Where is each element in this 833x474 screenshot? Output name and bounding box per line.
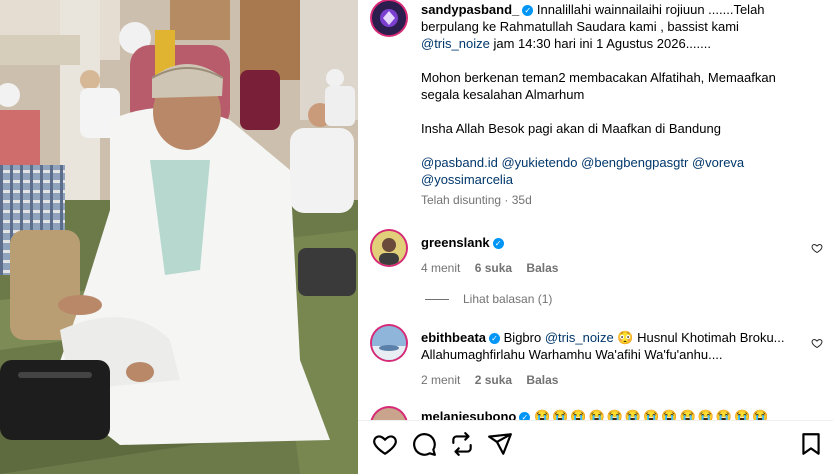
comment-text-line-2: Allahumaghfirlahu Warhamhu Wa'afihi Wa'f… xyxy=(421,347,723,362)
view-replies-label: Lihat balasan (1) xyxy=(463,292,553,306)
band-logo-icon xyxy=(372,1,406,35)
replies-divider xyxy=(425,298,449,300)
verified-badge-icon: ✓ xyxy=(522,5,534,16)
repost-icon[interactable] xyxy=(449,431,475,457)
comment-time: 2 menit xyxy=(421,373,461,387)
commenter-username[interactable]: ebithbeata xyxy=(421,330,486,345)
tag-yukietendo[interactable]: @yukietendo xyxy=(501,155,577,170)
comment-icon[interactable] xyxy=(411,431,437,457)
caption-paragraph-2-line-1: Mohon berkenan teman2 membacakan Alfatih… xyxy=(421,70,776,85)
post-details-panel: sandypasband_ ✓ Innalillahi wainnailaihi … xyxy=(358,0,833,474)
reply-button[interactable]: Balas xyxy=(526,373,558,387)
tag-bengbengpasgtr[interactable]: @bengbengpasgtr xyxy=(581,155,688,170)
view-replies-button[interactable]: Lihat balasan (1) xyxy=(425,292,552,306)
verified-badge-icon: ✓ xyxy=(519,412,531,420)
person-avatar-icon xyxy=(372,231,406,265)
commenter-username[interactable]: greenslank xyxy=(421,235,490,250)
commenter-avatar-melaniesubono[interactable] xyxy=(372,408,406,420)
caption-line-2: berpulang ke Rahmatullah Saudara kami , … xyxy=(421,19,739,34)
verified-badge-icon: ✓ xyxy=(489,333,501,344)
heart-icon[interactable] xyxy=(372,431,398,457)
caption-line-3-rest: jam 14:30 hari ini 1 Agustus 2026....... xyxy=(489,36,711,51)
caption-paragraph-2-line-2: segala kesalahan Almarhum xyxy=(421,87,585,102)
mosque-prayer-photo xyxy=(0,0,358,474)
send-icon[interactable] xyxy=(487,431,513,457)
post-action-bar xyxy=(358,420,833,474)
comment-like-count[interactable]: 2 suka xyxy=(475,373,512,387)
verified-badge-icon: ✓ xyxy=(492,238,504,249)
tag-yossimarcelia[interactable]: @yossimarcelia xyxy=(421,172,513,187)
comment-time: 4 menit xyxy=(421,261,461,275)
comment-greenslank: greenslank ✓ 4 menit 6 suka Balas xyxy=(421,234,791,277)
commenter-username[interactable]: melaniesubono xyxy=(421,409,516,420)
post-edited-time: Telah disunting · 35d xyxy=(421,193,532,207)
post-photo xyxy=(0,0,358,474)
author-avatar[interactable] xyxy=(372,1,406,35)
caption-mention[interactable]: @tris_noize xyxy=(421,36,490,51)
comment-text-end: 😳 Husnul Khotimah Broku... xyxy=(613,330,785,345)
landscape-avatar-icon xyxy=(372,326,406,360)
comments-scroll-area[interactable]: sandypasband_ ✓ Innalillahi wainnailaihi … xyxy=(358,0,833,420)
commenter-avatar-greenslank[interactable] xyxy=(372,231,406,265)
comment-like-heart-icon[interactable] xyxy=(811,242,823,254)
caption-paragraph-3: Insha Allah Besok pagi akan di Maafkan d… xyxy=(421,121,721,136)
author-username[interactable]: sandypasband_ xyxy=(421,2,519,17)
commenter-avatar-ebithbeata[interactable] xyxy=(372,326,406,360)
comment-like-count[interactable]: 6 suka xyxy=(475,261,512,275)
comment-text-start: Bigbro xyxy=(503,330,545,345)
post-caption: sandypasband_ ✓ Innalillahi wainnailaihi … xyxy=(421,1,816,209)
comment-ebithbeata: ebithbeata ✓ Bigbro @tris_noize 😳 Husnul … xyxy=(421,329,791,389)
bookmark-icon[interactable] xyxy=(798,431,824,457)
comment-like-heart-icon[interactable] xyxy=(811,337,823,349)
caption-line-1: Innalillahi wainnailaihi rojiuun .......… xyxy=(536,2,765,17)
comment-emojis: 😭😭😭😭😭😭😭😭😭😭😭😭😭 xyxy=(533,409,771,420)
comment-mention[interactable]: @tris_noize xyxy=(545,330,614,345)
tag-pasband[interactable]: @pasband.id xyxy=(421,155,498,170)
tag-voreva[interactable]: @voreva xyxy=(692,155,744,170)
comment-melaniesubono: melaniesubono ✓ 😭😭😭😭😭😭😭😭😭😭😭😭😭 xyxy=(421,408,821,420)
reply-button[interactable]: Balas xyxy=(526,261,558,275)
